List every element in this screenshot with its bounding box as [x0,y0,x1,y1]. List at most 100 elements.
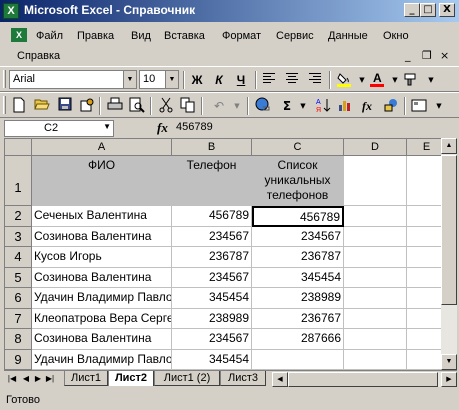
chevron-down-icon[interactable]: ▼ [103,122,111,131]
table-cell[interactable]: Клеопатрова Вера Сергеевна [32,308,172,329]
font-name-combo[interactable]: Arial ▼ [9,70,137,89]
row-header[interactable]: 8 [5,329,32,350]
open-icon[interactable] [33,97,51,115]
table-cell[interactable] [344,206,407,227]
sheet-tab-2[interactable]: Лист2 [108,371,154,386]
hscroll-thumb[interactable] [288,372,438,387]
table-cell[interactable] [344,329,407,350]
table-cell[interactable]: 238989 [252,288,344,309]
bold-button[interactable]: Ж [188,71,206,89]
row-header[interactable]: 9 [5,349,32,370]
row-header-1[interactable]: 1 [5,156,32,206]
insert-function-button[interactable]: fx [157,120,168,136]
name-box[interactable]: C2 ▼ [4,120,114,137]
table-cell[interactable]: 234567 [172,226,252,247]
menu-help[interactable]: Справка [17,50,60,62]
copy-icon[interactable] [179,97,197,115]
table-cell[interactable] [344,247,407,268]
chevron-down-icon[interactable]: ▼ [123,71,136,88]
doc-restore-button[interactable]: ❐ [422,49,432,62]
formula-input[interactable]: 456789 [176,121,213,133]
sheet-tab-3[interactable]: Лист1 (2) [154,371,220,386]
scroll-left-icon[interactable]: ◀ [272,372,288,387]
table-cell[interactable]: Созинова Валентина [32,329,172,350]
first-sheet-icon[interactable]: |◀ [6,373,18,385]
cell-e1[interactable] [407,156,441,206]
table-cell[interactable]: Созинова Валентина [32,226,172,247]
align-left-icon[interactable] [260,71,278,89]
sort-ascending-icon[interactable]: АЯ [314,97,332,115]
doc-close-button[interactable]: × [440,49,449,62]
table-cell[interactable] [344,308,407,329]
table-cell[interactable] [407,206,441,227]
new-icon[interactable] [10,97,28,115]
table-cell[interactable]: Сеченых Валентина [32,206,172,227]
fill-color-icon[interactable] [335,71,353,89]
font-size-combo[interactable]: 10 ▼ [139,70,179,89]
row-header[interactable]: 4 [5,247,32,268]
column-header-b[interactable]: B [172,139,252,156]
doc-minimize-button[interactable]: _ [405,49,411,62]
select-all-corner[interactable] [5,139,32,156]
table-cell[interactable] [407,247,441,268]
italic-button[interactable]: К [210,71,228,89]
table-cell[interactable]: Удачин Владимир Павлович [32,288,172,309]
row-header[interactable]: 2 [5,206,32,227]
underline-button[interactable]: Ч [232,71,250,89]
header-cell-phone[interactable]: Телефон [172,156,252,206]
table-cell[interactable]: 345454 [172,288,252,309]
align-center-icon[interactable] [283,71,301,89]
cell-d1[interactable] [344,156,407,206]
table-cell[interactable]: 345454 [172,349,252,370]
permission-icon[interactable] [78,97,96,115]
chevron-down-icon[interactable]: ▼ [430,97,448,115]
header-cell-name[interactable]: ФИО [32,156,172,206]
column-header-a[interactable]: A [32,139,172,156]
table-cell[interactable]: 287666 [252,329,344,350]
menu-edit[interactable]: Правка [77,30,114,42]
maximize-button[interactable]: □ [420,3,436,17]
close-button[interactable]: X [439,3,455,17]
table-cell[interactable] [252,349,344,370]
table-cell[interactable] [407,288,441,309]
scroll-right-icon[interactable]: ▶ [441,372,457,387]
table-cell[interactable]: Удачин Владимир Павлович [32,349,172,370]
table-cell[interactable] [407,268,441,288]
scroll-down-icon[interactable]: ▼ [441,354,457,370]
table-cell[interactable] [407,329,441,350]
sheet-tab-1[interactable]: Лист1 [64,371,108,386]
workbook-icon[interactable]: X [11,28,27,42]
table-cell[interactable]: 236767 [252,308,344,329]
menu-data[interactable]: Данные [328,30,368,42]
toolbar-grip[interactable] [3,96,6,114]
function-icon[interactable]: fx [358,97,376,115]
table-cell[interactable]: 238989 [172,308,252,329]
chevron-down-icon[interactable]: ▼ [228,97,246,115]
next-sheet-icon[interactable]: ▶ [32,373,44,385]
menu-view[interactable]: Вид [131,30,151,42]
horizontal-scrollbar[interactable]: ◀ ▶ [272,372,457,387]
print-icon[interactable] [106,97,124,115]
save-icon[interactable] [56,97,74,115]
row-header[interactable]: 5 [5,267,32,288]
table-cell[interactable]: 236787 [172,247,252,268]
column-header-e[interactable]: E [407,139,441,156]
table-cell[interactable]: 234567 [172,267,252,288]
table-cell[interactable]: 236787 [252,247,344,268]
worksheet-grid[interactable]: A B C D E 1 ФИО Телефон Список уникальны… [4,138,441,370]
scroll-thumb[interactable] [441,155,457,305]
sheet-tab-4[interactable]: Лист3 [220,371,266,386]
table-cell[interactable] [407,227,441,247]
row-header[interactable]: 7 [5,308,32,329]
prev-sheet-icon[interactable]: ◀ [20,373,32,385]
row-header[interactable]: 6 [5,288,32,309]
menu-window[interactable]: Окно [383,30,409,42]
table-cell[interactable] [407,350,441,370]
selected-cell-c2[interactable]: 456789 [252,206,344,227]
scroll-up-icon[interactable]: ▲ [441,138,457,154]
zoom-icon[interactable] [410,97,428,115]
table-cell[interactable]: 234567 [172,329,252,350]
table-cell[interactable]: Созинова Валентина [32,267,172,288]
chevron-down-icon[interactable]: ▼ [165,71,178,88]
drawing-icon[interactable] [382,97,400,115]
